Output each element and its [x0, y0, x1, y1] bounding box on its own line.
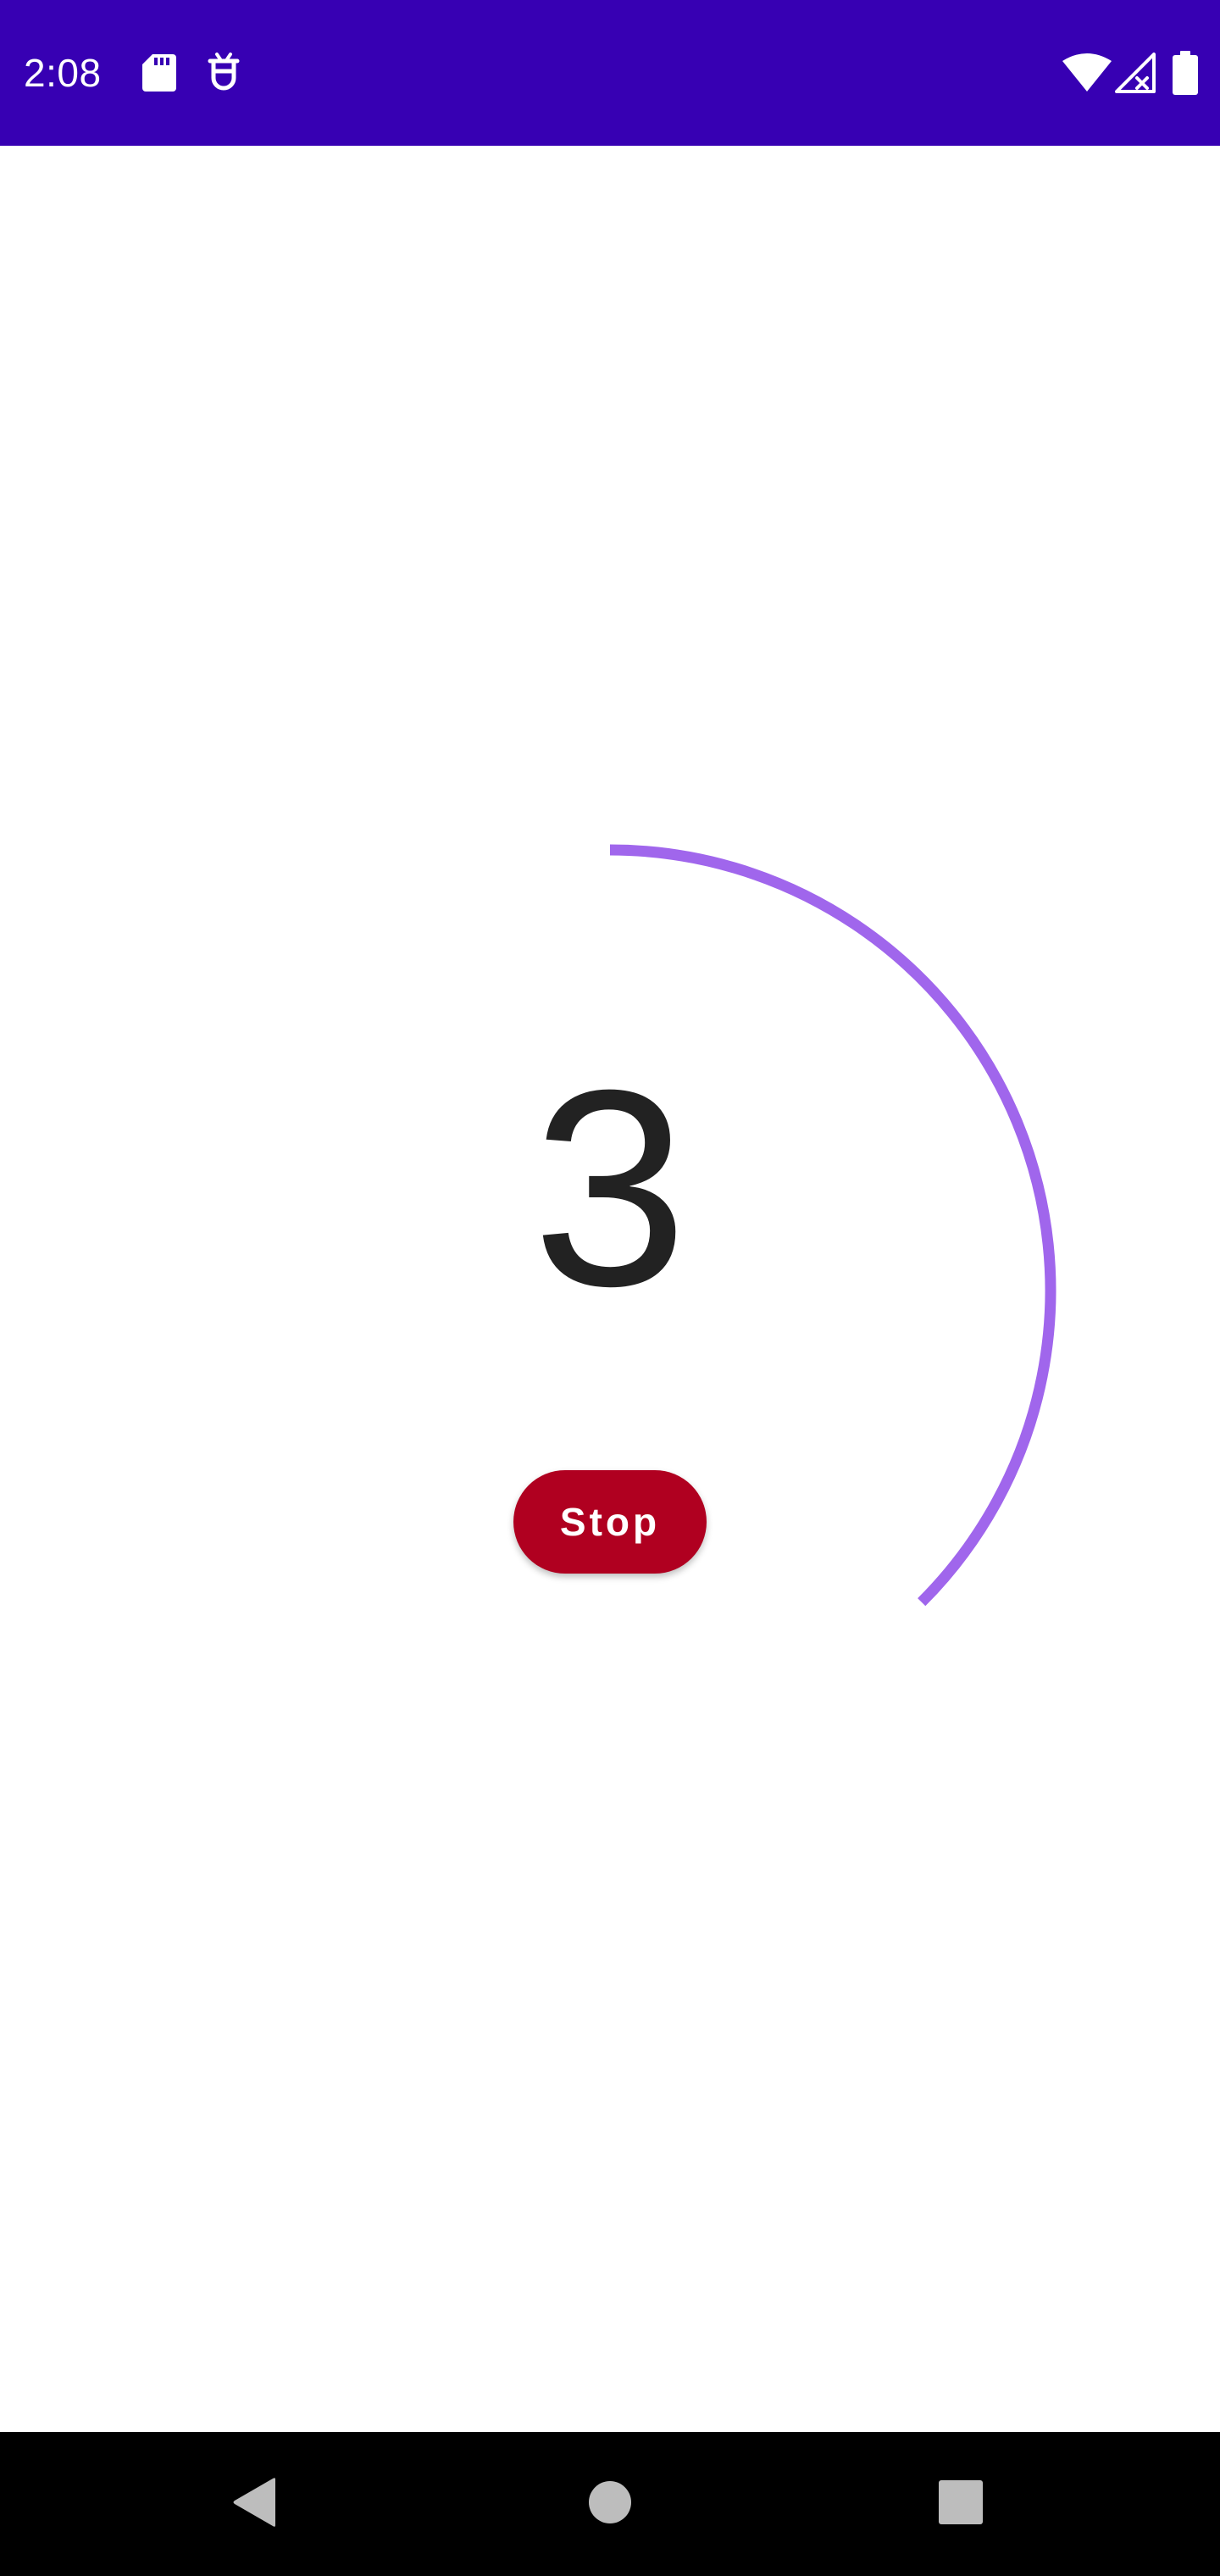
status-bar: 2:08 [0, 0, 1220, 146]
wifi-icon [1062, 53, 1112, 96]
back-button[interactable] [169, 2432, 339, 2576]
recents-icon [939, 2479, 983, 2529]
stop-button[interactable]: Stop [513, 1470, 707, 1574]
robot-icon [207, 53, 241, 97]
home-icon [588, 2480, 632, 2529]
recents-button[interactable] [876, 2432, 1045, 2576]
home-button[interactable] [525, 2432, 695, 2576]
timer-screen: 3 Stop [0, 146, 1220, 2432]
countdown-value: 3 [532, 1031, 688, 1344]
battery-icon [1173, 51, 1198, 99]
status-time: 2:08 [24, 51, 102, 95]
sd-card-icon [142, 54, 176, 96]
back-icon [231, 2477, 277, 2532]
cellular-signal-off-icon [1115, 53, 1156, 97]
navigation-bar [0, 2432, 1220, 2576]
